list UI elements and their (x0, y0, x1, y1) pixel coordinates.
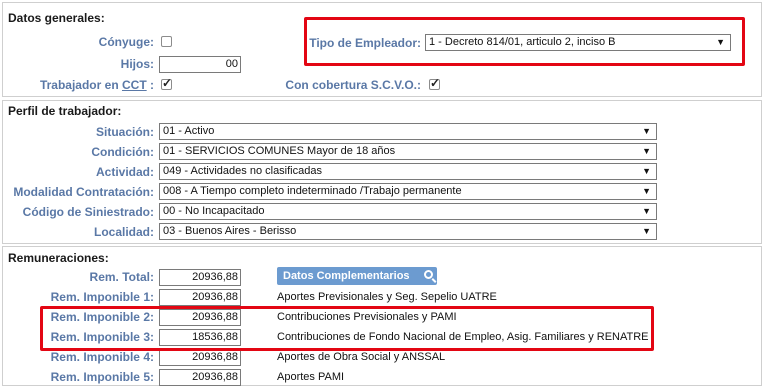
rem-imponible-4-label: Rem. Imponible 4: (50, 350, 154, 364)
rem-total-label: Rem. Total: (89, 270, 154, 284)
perfil-title: Perfil de trabajador: (8, 104, 122, 118)
rem-imponible-5-desc: Aportes PAMI (277, 371, 345, 383)
dropdown-arrow-icon: ▼ (642, 206, 651, 216)
datos-generales-title: Datos generales: (8, 11, 105, 25)
perfil-panel: Perfil de trabajador: Situación: 01 - Ac… (2, 100, 762, 244)
siniestrado-select[interactable]: 00 - No Incapacitado ▼ (159, 203, 657, 220)
conyuge-checkbox[interactable] (161, 36, 172, 47)
rem-total-input[interactable]: 20936,88 (159, 269, 241, 286)
tipo-empleador-highlight (304, 17, 745, 66)
svo-label: Con cobertura S.C.V.O.: (285, 78, 421, 92)
rem-imponible-4-desc: Aportes de Obra Social y ANSSAL (277, 351, 446, 363)
svo-checkbox[interactable]: ✓ (429, 76, 441, 90)
hijos-input[interactable]: 00 (159, 56, 241, 73)
dropdown-arrow-icon: ▼ (642, 186, 651, 196)
dropdown-arrow-icon: ▼ (642, 146, 651, 156)
rem-imponible-1-label: Rem. Imponible 1: (50, 290, 154, 304)
condicion-label: Condición: (91, 145, 154, 159)
condicion-select[interactable]: 01 - SERVICIOS COMUNES Mayor de 18 años … (159, 143, 657, 160)
remuneraciones-title: Remuneraciones: (8, 251, 109, 265)
modalidad-label: Modalidad Contratación: (13, 185, 154, 199)
rem-imponible-4-input[interactable]: 20936,88 (159, 349, 241, 366)
actividad-label: Actividad: (95, 165, 154, 179)
rem-imponible-1-input[interactable]: 20936,88 (159, 289, 241, 306)
situacion-select[interactable]: 01 - Activo ▼ (159, 123, 657, 140)
situacion-label: Situación: (95, 125, 154, 139)
check-icon: ✓ (162, 76, 173, 90)
rem-imponible-5-label: Rem. Imponible 5: (50, 370, 154, 384)
rem-imponible-1-desc: Aportes Previsionales y Seg. Sepelio UAT… (277, 291, 497, 303)
datos-complementarios-button[interactable]: Datos Complementarios (277, 267, 437, 285)
dropdown-arrow-icon: ▼ (642, 166, 651, 176)
rem-imponible-highlight (40, 306, 654, 351)
dropdown-arrow-icon: ▼ (642, 226, 651, 236)
trabajador-cct-label: Trabajador en CCT : (39, 78, 154, 92)
cct-link[interactable]: CCT (122, 78, 147, 92)
search-icon (424, 270, 433, 279)
siniestrado-label: Código de Siniestrado: (22, 205, 154, 219)
check-icon: ✓ (430, 76, 441, 90)
conyuge-label: Cónyuge: (98, 35, 154, 49)
dropdown-arrow-icon: ▼ (642, 126, 651, 136)
localidad-label: Localidad: (93, 225, 154, 239)
modalidad-select[interactable]: 008 - A Tiempo completo indeterminado /T… (159, 183, 657, 200)
actividad-select[interactable]: 049 - Actividades no clasificadas ▼ (159, 163, 657, 180)
hijos-label: Hijos: (120, 57, 154, 71)
trabajador-cct-checkbox[interactable]: ✓ (161, 76, 173, 90)
localidad-select[interactable]: 03 - Buenos Aires - Berisso ▼ (159, 223, 657, 240)
rem-imponible-5-input[interactable]: 20936,88 (159, 369, 241, 386)
